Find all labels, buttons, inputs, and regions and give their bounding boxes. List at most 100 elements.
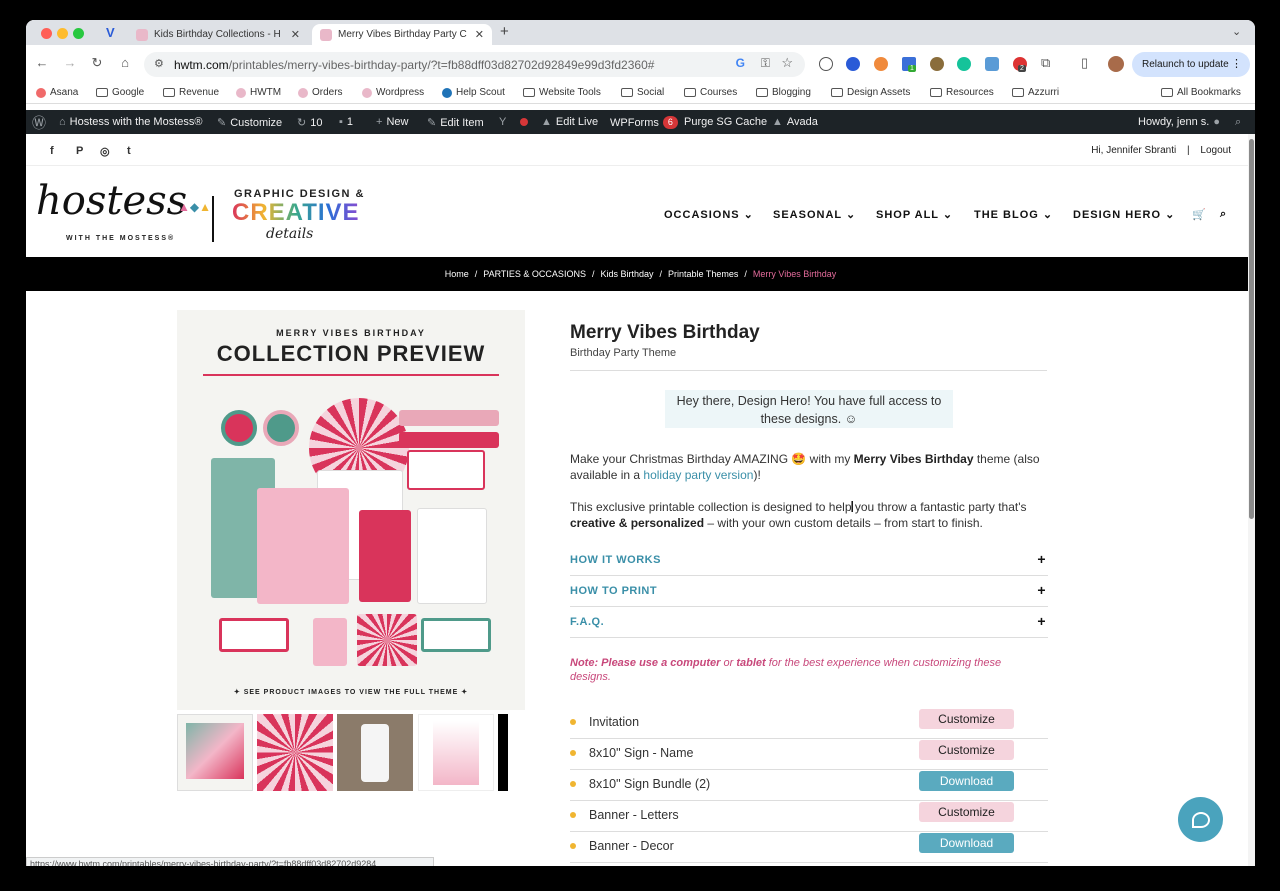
bookmark-help-scout[interactable]: Help Scout	[442, 87, 505, 98]
google-icon[interactable]: G	[736, 56, 745, 70]
site-settings-icon[interactable]: ⚙	[154, 57, 164, 70]
bookmark-orders[interactable]: Orders	[298, 87, 343, 98]
thumbnail-phone-mockup[interactable]	[337, 714, 413, 791]
new-tab-button[interactable]: +	[500, 23, 509, 40]
breadcrumb-parties[interactable]: PARTIES & OCCASIONS	[483, 269, 586, 279]
tab-kids-birthday[interactable]: Kids Birthday Collections - H ✕	[128, 24, 308, 45]
profile-avatar[interactable]	[1108, 56, 1124, 72]
key-icon[interactable]: ⚿	[761, 56, 770, 71]
more-menu-icon[interactable]: ⋮	[1231, 57, 1242, 70]
expand-plus-icon[interactable]: +	[1037, 551, 1046, 567]
close-tab-icon[interactable]: ✕	[291, 28, 300, 41]
bookmark-azzurri[interactable]: Azzurri	[1012, 87, 1059, 98]
nav-design-hero[interactable]: DESIGN HERO ⌄	[1073, 208, 1175, 221]
nav-shop-all[interactable]: SHOP ALL ⌄	[876, 208, 953, 221]
extension-cloud-icon[interactable]	[985, 57, 999, 71]
customize-button[interactable]: Customize	[919, 802, 1014, 822]
nav-seasonal[interactable]: SEASONAL ⌄	[773, 208, 856, 221]
bookmark-courses[interactable]: Courses	[684, 87, 737, 98]
breadcrumb-home[interactable]: Home	[445, 269, 469, 279]
admin-customize[interactable]: ✎ Customize	[217, 116, 282, 130]
product-main-image[interactable]: MERRY VIBES BIRTHDAY COLLECTION PREVIEW …	[177, 310, 525, 710]
bookmark-website-tools[interactable]: Website Tools	[523, 87, 601, 98]
logout-link[interactable]: Logout	[1200, 145, 1231, 156]
wordpress-logo-icon[interactable]: Ⓦ	[32, 115, 46, 133]
intro-text: )!	[753, 468, 761, 482]
tab-search-icon[interactable]: ⌄	[1232, 25, 1241, 38]
password-manager-icon[interactable]	[819, 57, 833, 71]
extension-cookie-icon[interactable]	[930, 57, 944, 71]
close-window-icon[interactable]	[41, 28, 52, 39]
holiday-version-link[interactable]: holiday party version	[643, 468, 753, 482]
bookmark-star-icon[interactable]: ☆	[781, 55, 793, 71]
twitter-icon[interactable]: t	[127, 145, 131, 157]
address-bar[interactable]: ⚙ hwtm.com/printables/merry-vibes-birthd…	[144, 52, 805, 77]
accordion-how-to-print[interactable]: HOW TO PRINT +	[570, 576, 1048, 607]
nav-occasions[interactable]: OCCASIONS ⌄	[664, 208, 754, 221]
admin-purge-cache[interactable]: Purge SG Cache	[684, 116, 767, 128]
scrollbar-thumb[interactable]	[1249, 139, 1254, 519]
customize-button[interactable]: Customize	[919, 740, 1014, 760]
status-dot-icon[interactable]	[520, 118, 528, 126]
expand-plus-icon[interactable]: +	[1037, 582, 1046, 598]
download-button[interactable]: Download	[919, 771, 1014, 791]
extension-orange-icon[interactable]	[874, 57, 888, 71]
all-bookmarks[interactable]: All Bookmarks	[1161, 87, 1241, 98]
close-tab-icon[interactable]: ✕	[475, 28, 484, 41]
relaunch-button[interactable]: Relaunch to update ⋮	[1132, 52, 1250, 77]
admin-avada[interactable]: ▲ Avada	[772, 116, 818, 128]
maximize-window-icon[interactable]	[73, 28, 84, 39]
admin-edit-live[interactable]: ▲ Edit Live	[541, 116, 598, 128]
bookmark-wordpress[interactable]: Wordpress	[362, 87, 424, 98]
bookmark-design-assets[interactable]: Design Assets	[831, 87, 910, 98]
customize-button[interactable]: Customize	[919, 709, 1014, 729]
accordion-faq[interactable]: F.A.Q. +	[570, 607, 1048, 638]
breadcrumb-kids-birthday[interactable]: Kids Birthday	[600, 269, 653, 279]
cart-icon[interactable]: 🛒	[1192, 208, 1207, 221]
thumbnail-invitation[interactable]	[257, 714, 333, 791]
facebook-icon[interactable]: f	[50, 145, 54, 157]
bookmark-social[interactable]: Social	[621, 87, 664, 98]
grammarly-icon[interactable]	[957, 57, 971, 71]
page-scrollbar[interactable]	[1248, 134, 1255, 866]
thumbnail-hot-chocolate[interactable]	[418, 714, 494, 791]
help-chat-button[interactable]	[1178, 797, 1223, 842]
admin-site-link[interactable]: ⌂ Hostess with the Mostess®	[59, 116, 202, 128]
bookmark-google[interactable]: Google	[96, 87, 144, 98]
minimize-window-icon[interactable]	[57, 28, 68, 39]
pinned-tab-icon[interactable]: V	[106, 25, 115, 40]
search-icon[interactable]: ⌕	[1220, 208, 1227, 221]
admin-edit-item[interactable]: ✎ Edit Item	[427, 116, 484, 130]
admin-search-icon[interactable]: ⌕	[1235, 116, 1241, 129]
admin-howdy[interactable]: Howdy, jenn s. ●	[1138, 116, 1220, 128]
instagram-icon[interactable]: ◎	[100, 145, 110, 158]
reload-icon[interactable]: ↻	[88, 55, 106, 71]
admin-wpforms[interactable]: WPForms 6	[610, 116, 678, 129]
bookmark-label: Courses	[700, 87, 738, 98]
bookmark-blogging[interactable]: Blogging	[756, 87, 811, 98]
home-icon[interactable]: ⌂	[116, 55, 134, 70]
breadcrumb-printable-themes[interactable]: Printable Themes	[668, 269, 738, 279]
item-label: Banner - Decor	[589, 839, 674, 853]
thumbnail-collection-preview[interactable]	[177, 714, 253, 791]
admin-new[interactable]: + New	[376, 116, 408, 128]
tab-merry-vibes[interactable]: Merry Vibes Birthday Party C ✕	[312, 24, 492, 45]
accordion-how-it-works[interactable]: HOW IT WORKS +	[570, 545, 1048, 576]
nav-the-blog[interactable]: THE BLOG ⌄	[974, 208, 1053, 221]
back-icon[interactable]: ←	[33, 55, 51, 70]
yoast-icon[interactable]: Y	[499, 116, 506, 128]
side-panel-icon[interactable]: ▯	[1081, 55, 1088, 71]
bookmark-hwtm[interactable]: HWTM	[236, 87, 281, 98]
bookmark-resources[interactable]: Resources	[930, 87, 994, 98]
forward-icon[interactable]: →	[61, 55, 79, 70]
bookmark-revenue[interactable]: Revenue	[163, 87, 219, 98]
bookmark-asana[interactable]: Asana	[36, 87, 78, 98]
pinterest-icon[interactable]: P	[76, 145, 83, 157]
expand-plus-icon[interactable]: +	[1037, 613, 1046, 629]
extension-v-icon[interactable]	[846, 57, 860, 71]
admin-updates[interactable]: ↻ 10	[297, 116, 322, 130]
download-button[interactable]: Download	[919, 833, 1014, 853]
admin-comments[interactable]: ▪ 1	[339, 116, 353, 128]
thumbnail-partial[interactable]	[498, 714, 525, 791]
extensions-puzzle-icon[interactable]: ⧉	[1041, 55, 1050, 71]
